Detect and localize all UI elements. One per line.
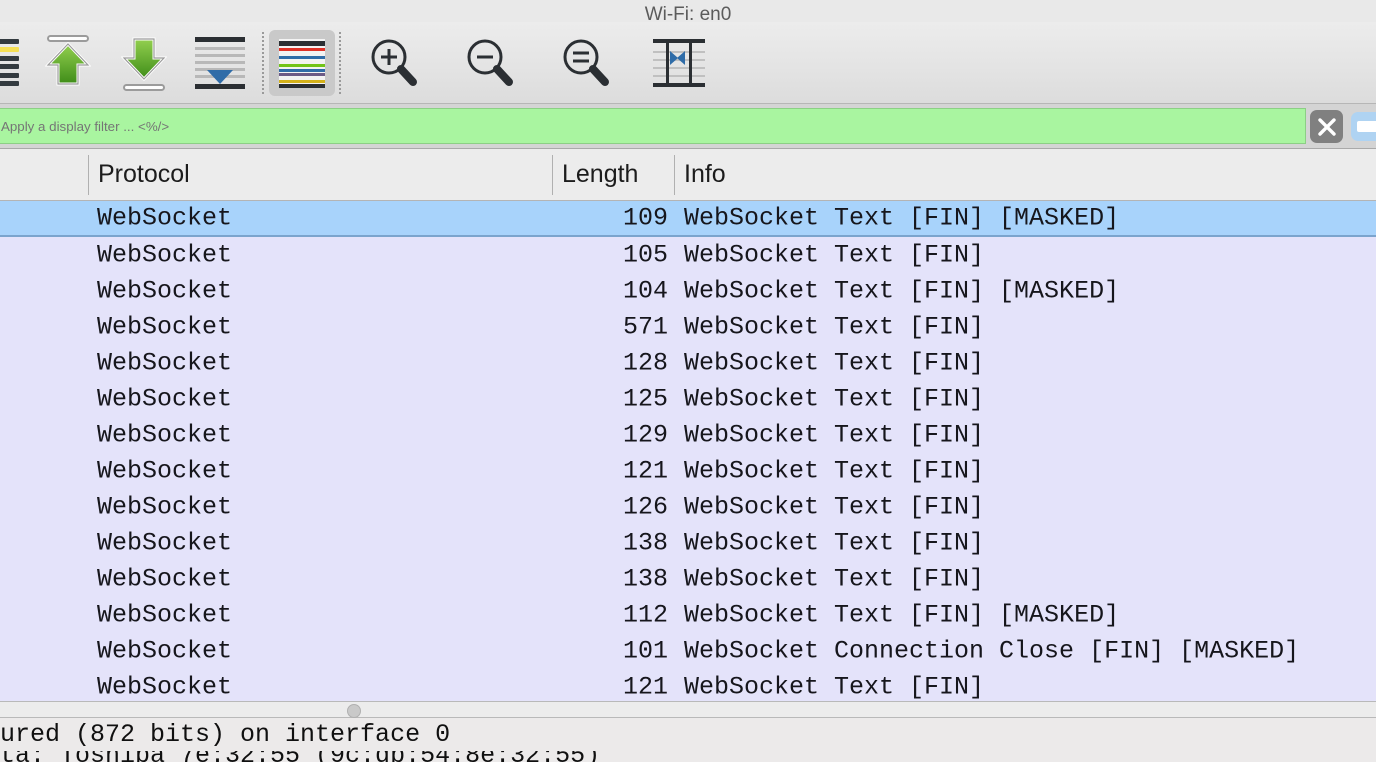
packet-info-cell: WebSocket Text [FIN]: [684, 456, 985, 486]
packet-length-cell: 138: [622, 528, 668, 558]
toolbar-button-zoom-out[interactable]: [442, 30, 538, 96]
packet-length-cell: 128: [622, 348, 668, 378]
apply-display-filter-button[interactable]: [1351, 112, 1376, 141]
packet-row[interactable]: WebSocket 126 WebSocket Text [FIN]: [0, 489, 1376, 525]
display-filter-input[interactable]: [0, 108, 1306, 144]
packet-row[interactable]: WebSocket 571 WebSocket Text [FIN]: [0, 309, 1376, 345]
toolbar-button-zoom-in[interactable]: [346, 30, 442, 96]
toolbar-button-group: [0, 22, 724, 103]
packet-row[interactable]: WebSocket 112 WebSocket Text [FIN] [MASKED…: [0, 597, 1376, 633]
packet-row[interactable]: WebSocket 121 WebSocket Text [FIN]: [0, 453, 1376, 489]
packet-info-cell: WebSocket Text [FIN]: [684, 420, 985, 450]
packet-length-cell: 121: [622, 456, 668, 486]
packet-info-cell: WebSocket Text [FIN]: [684, 384, 985, 414]
packet-length-cell: 104: [622, 276, 668, 306]
packet-info-cell: WebSocket Text [FIN]: [684, 492, 985, 522]
packet-info-cell: WebSocket Text [FIN] [MASKED]: [684, 203, 1120, 233]
toolbar-button-resize-columns[interactable]: [634, 30, 724, 96]
arrow-right-icon: [1357, 121, 1376, 132]
packet-info-cell: WebSocket Text [FIN] [MASKED]: [684, 276, 1120, 306]
packet-length-cell: 112: [622, 600, 668, 630]
go-to-first-packet-icon: [41, 34, 95, 91]
packet-info-cell: WebSocket Text [FIN]: [684, 312, 985, 342]
toolbar-separator-left: [262, 31, 265, 94]
packet-info-cell: WebSocket Text [FIN]: [684, 564, 985, 594]
column-header-protocol[interactable]: Protocol: [89, 149, 552, 200]
zoom-out-icon: [464, 37, 516, 89]
packet-length-cell: 121: [622, 672, 668, 702]
packet-list-column-header: Protocol Length Info: [0, 149, 1376, 201]
packet-list-icon: [0, 38, 19, 87]
packet-row[interactable]: WebSocket 128 WebSocket Text [FIN]: [0, 345, 1376, 381]
packet-detail-line[interactable]: ta: Toshiba_7e:32:55 (9c:db:54:8e:32:55): [0, 751, 1376, 762]
packet-details-pane[interactable]: ured (872 bits) on interface 0ta: Toshib…: [0, 718, 1376, 762]
packet-length-cell: 105: [622, 240, 668, 270]
main-toolbar: [0, 22, 1376, 104]
title-bar: Wi-Fi: en0: [0, 0, 1376, 25]
packet-row[interactable]: WebSocket 138 WebSocket Text [FIN]: [0, 561, 1376, 597]
packet-row[interactable]: WebSocket 129 WebSocket Text [FIN]: [0, 417, 1376, 453]
go-to-last-packet-icon: [117, 35, 171, 91]
packet-length-cell: 109: [622, 203, 668, 233]
packet-info-cell: WebSocket Text [FIN]: [684, 528, 985, 558]
zoom-in-icon: [368, 37, 420, 89]
packet-info-cell: WebSocket Connection Close [FIN] [MASKED…: [684, 636, 1300, 666]
column-header-info[interactable]: Info: [675, 149, 1376, 200]
packet-detail-line[interactable]: ured (872 bits) on interface 0: [0, 718, 1376, 751]
packet-row[interactable]: WebSocket 109 WebSocket Text [FIN] [MASKED…: [0, 201, 1376, 237]
auto-scroll-icon: [195, 36, 245, 89]
packet-row[interactable]: WebSocket 101 WebSocket Connection Close […: [0, 633, 1376, 669]
packet-info-cell: WebSocket Text [FIN]: [684, 240, 985, 270]
toolbar-button-auto-scroll[interactable]: [182, 30, 258, 96]
zoom-reset-icon: [560, 37, 612, 89]
packet-info-cell: WebSocket Text [FIN]: [684, 672, 985, 702]
toolbar-button-zoom-reset[interactable]: [538, 30, 634, 96]
packet-row[interactable]: WebSocket 138 WebSocket Text [FIN]: [0, 525, 1376, 561]
close-icon: [1317, 117, 1336, 136]
packet-length-cell: 138: [622, 564, 668, 594]
clear-display-filter-button[interactable]: [1310, 110, 1343, 143]
packet-length-cell: 571: [622, 312, 668, 342]
pane-splitter[interactable]: [0, 701, 1376, 718]
toolbar-separator-right: [339, 31, 342, 94]
display-filter-bar: [0, 104, 1376, 149]
toolbar-button-colorize-packets[interactable]: [269, 29, 335, 96]
packet-row[interactable]: WebSocket 104 WebSocket Text [FIN] [MASKED…: [0, 273, 1376, 309]
packet-length-cell: 125: [622, 384, 668, 414]
packet-length-cell: 101: [622, 636, 668, 666]
packet-row[interactable]: WebSocket 121 WebSocket Text [FIN]: [0, 669, 1376, 701]
packet-info-cell: WebSocket Text [FIN] [MASKED]: [684, 600, 1120, 630]
packet-row[interactable]: WebSocket 105 WebSocket Text [FIN]: [0, 237, 1376, 273]
toolbar-button-go-to-last-packet[interactable]: [106, 30, 182, 96]
toolbar-button-go-to-first-packet[interactable]: [30, 30, 106, 96]
column-header-length[interactable]: Length: [553, 149, 674, 200]
toolbar-button-packet-list[interactable]: [0, 30, 30, 96]
colorize-packets-icon: [279, 38, 325, 88]
packet-row[interactable]: WebSocket 125 WebSocket Text [FIN]: [0, 381, 1376, 417]
resize-columns-icon: [653, 38, 705, 87]
packet-list[interactable]: WebSocket 109 WebSocket Text [FIN] [MASKED…: [0, 201, 1376, 701]
splitter-grip[interactable]: [347, 704, 361, 718]
packet-length-cell: 129: [622, 420, 668, 450]
packet-info-cell: WebSocket Text [FIN]: [684, 348, 985, 378]
wireshark-window: Wi-Fi: en0 Apply a display filter ... <%…: [0, 0, 1376, 762]
packet-length-cell: 126: [622, 492, 668, 522]
